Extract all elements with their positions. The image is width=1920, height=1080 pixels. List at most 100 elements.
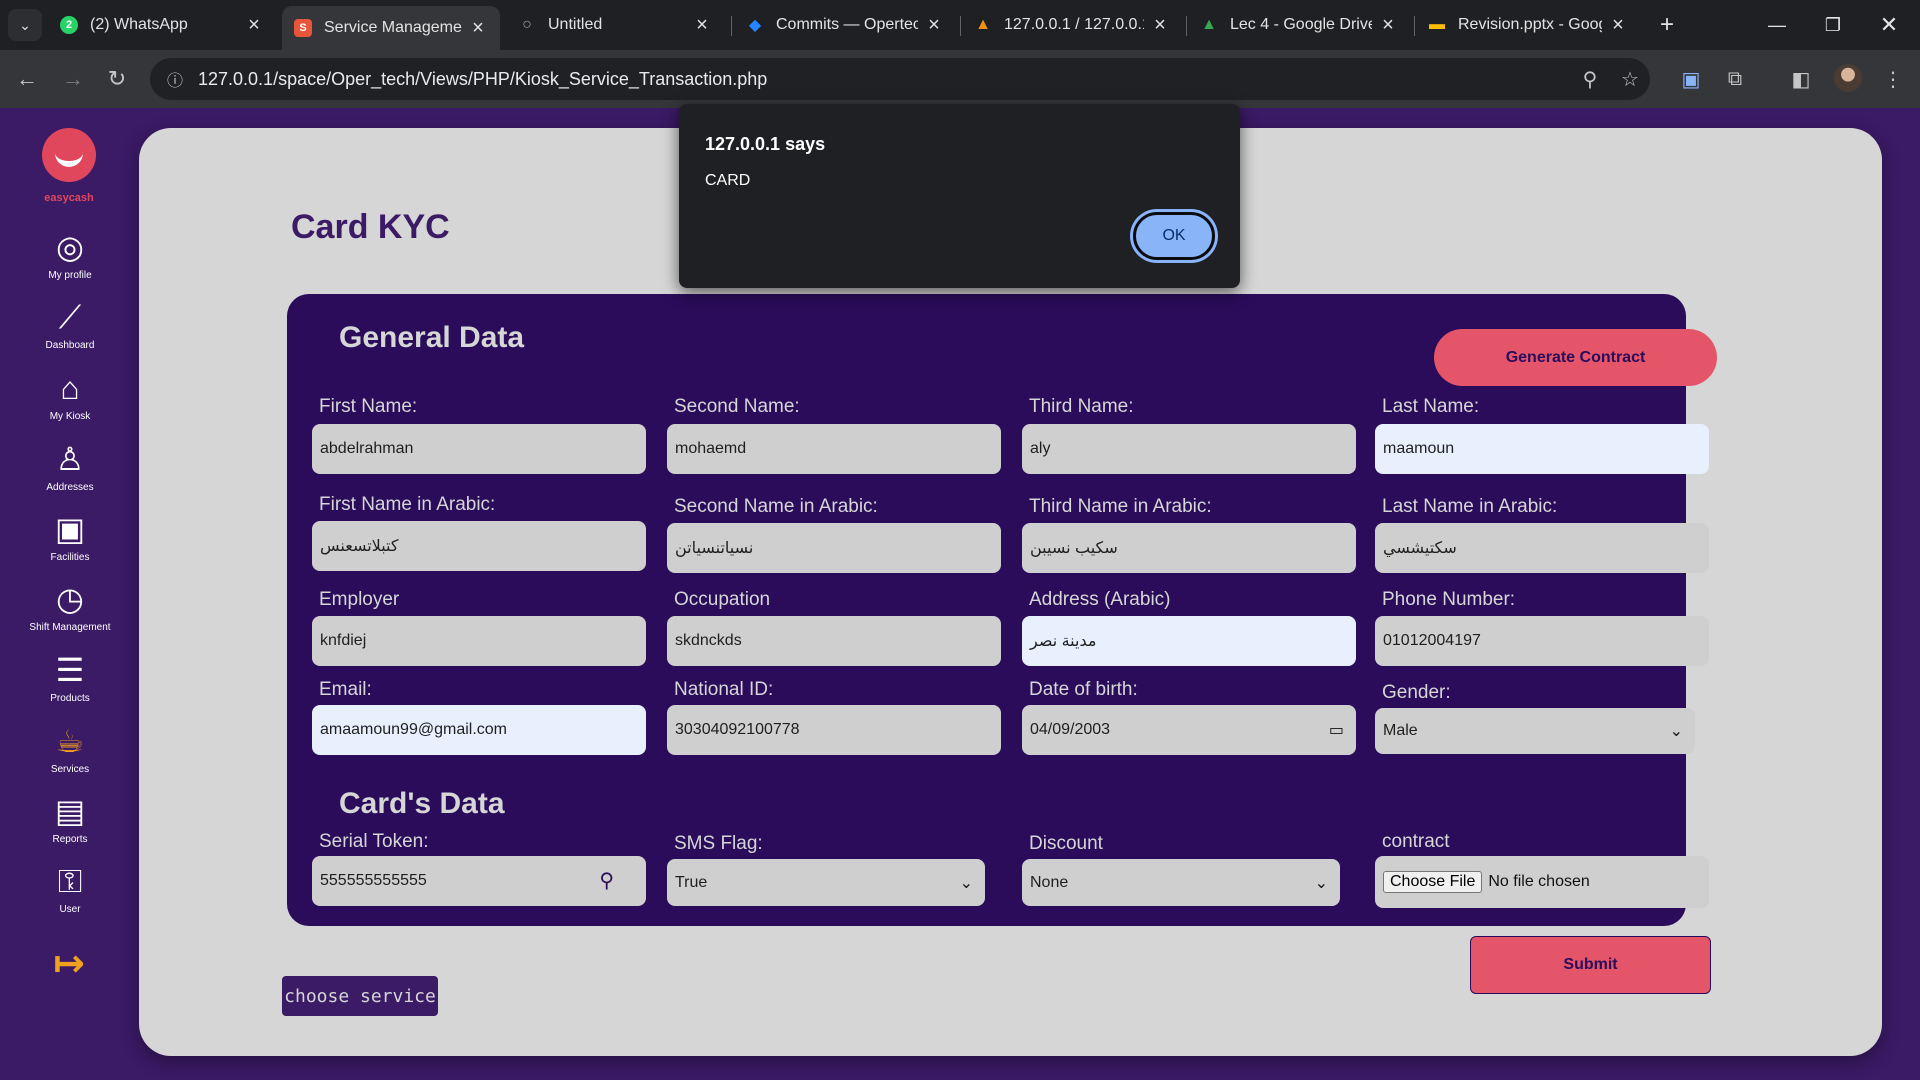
zoom-icon[interactable]: ⚲ bbox=[1570, 67, 1610, 92]
last-name-arabic-field[interactable]: سكتيشسي bbox=[1375, 523, 1709, 573]
address-bar[interactable]: ⓘ 127.0.0.1/space/Oper_tech/Views/PHP/Ki… bbox=[150, 58, 1650, 100]
google-slides-icon: ▬ bbox=[1429, 16, 1445, 33]
general-data-title: General Data bbox=[339, 321, 525, 354]
close-icon[interactable]: × bbox=[1608, 14, 1628, 37]
second-name-label: Second Name: bbox=[674, 396, 800, 417]
close-window-button[interactable]: ✕ bbox=[1864, 8, 1914, 42]
serial-token-value: 555555555555 bbox=[320, 872, 427, 889]
national-id-field[interactable]: 30304092100778 bbox=[667, 705, 1001, 755]
page-title: Card KYC bbox=[291, 208, 450, 246]
serial-token-field[interactable]: 555555555555 ⚲ bbox=[312, 856, 646, 906]
second-name-field[interactable]: mohaemd bbox=[667, 424, 1001, 474]
tab-strip: ⌄ 2 (2) WhatsApp × S Service Management … bbox=[0, 0, 1920, 50]
generate-contract-button[interactable]: Generate Contract bbox=[1434, 329, 1717, 386]
third-name-arabic-label: Third Name in Arabic: bbox=[1029, 496, 1212, 517]
sidebar-item-facilities[interactable]: ▣ Facilities bbox=[0, 510, 140, 570]
first-name-arabic-field[interactable]: كتبلاتسعنس bbox=[312, 521, 646, 571]
back-button[interactable]: ← bbox=[10, 62, 44, 96]
minimize-button[interactable]: — bbox=[1752, 8, 1802, 42]
extensions-icon[interactable]: ⧉ bbox=[1718, 62, 1752, 96]
sidebar-item-label: Products bbox=[50, 693, 90, 704]
tab-search-button[interactable]: ⌄ bbox=[8, 9, 42, 41]
contract-file-input[interactable]: Choose File No file chosen bbox=[1375, 856, 1709, 908]
dialog-title: 127.0.0.1 says bbox=[705, 134, 826, 154]
phpmyadmin-icon: ▲ bbox=[975, 16, 991, 33]
chevron-down-icon: ⌄ bbox=[1314, 874, 1328, 892]
avatar[interactable] bbox=[1834, 64, 1862, 92]
restore-button[interactable]: ❐ bbox=[1808, 8, 1858, 42]
close-icon[interactable]: × bbox=[244, 14, 264, 37]
choose-file-button[interactable]: Choose File bbox=[1383, 871, 1483, 893]
screen-capture-icon[interactable]: ▣ bbox=[1674, 62, 1708, 96]
sidebar-item-reports[interactable]: ▤ Reports bbox=[0, 792, 140, 852]
easycash-logo[interactable]: easycash bbox=[38, 128, 100, 212]
date-of-birth-label: Date of birth: bbox=[1029, 679, 1138, 700]
close-icon[interactable]: × bbox=[692, 14, 712, 37]
third-name-label: Third Name: bbox=[1029, 396, 1134, 417]
third-name-field[interactable]: aly bbox=[1022, 424, 1356, 474]
side-panel-icon[interactable]: ◧ bbox=[1784, 62, 1818, 96]
whatsapp-icon: 2 bbox=[60, 16, 78, 34]
sidebar-item-shift-management[interactable]: ◷ Shift Management bbox=[0, 580, 140, 640]
second-name-arabic-field[interactable]: نسياتنسياتن bbox=[667, 523, 1001, 573]
address-arabic-field[interactable]: مدينة نصر bbox=[1022, 616, 1356, 666]
logo-brand-text: easycash bbox=[44, 192, 94, 204]
bookmark-star-icon[interactable]: ☆ bbox=[1610, 67, 1650, 92]
sidebar-item-label: Facilities bbox=[50, 552, 90, 563]
profile-icon: ◎ bbox=[56, 229, 84, 265]
sms-flag-select[interactable]: True ⌄ bbox=[667, 859, 985, 906]
calendar-icon[interactable]: ▭ bbox=[1329, 720, 1344, 740]
date-of-birth-field[interactable]: 04/09/2003 ▭ bbox=[1022, 705, 1356, 755]
third-name-arabic-field[interactable]: سكيب نسيبن bbox=[1022, 523, 1356, 573]
reload-button[interactable]: ↻ bbox=[100, 62, 134, 96]
gender-label: Gender: bbox=[1382, 682, 1451, 703]
occupation-field[interactable]: skdnckds bbox=[667, 616, 1001, 666]
tab-label: Lec 4 - Google Drive bbox=[1230, 16, 1372, 33]
ok-button[interactable]: OK bbox=[1133, 212, 1215, 260]
close-icon[interactable]: × bbox=[924, 14, 944, 37]
tab-commits[interactable]: ◆ Commits — Opertech × bbox=[734, 8, 956, 42]
sidebar-item-user[interactable]: ⚿ User bbox=[0, 862, 140, 922]
card-data-title: Card's Data bbox=[339, 787, 505, 820]
alert-dialog: 127.0.0.1 says CARD OK bbox=[679, 104, 1240, 288]
tab-phpmyadmin[interactable]: ▲ 127.0.0.1 / 127.0.0.1 / × bbox=[962, 8, 1182, 42]
tab-label: (2) WhatsApp bbox=[90, 16, 188, 33]
close-icon[interactable]: × bbox=[1150, 14, 1170, 37]
sidebar-item-addresses[interactable]: ♙ Addresses bbox=[0, 440, 140, 500]
file-status-text: No file chosen bbox=[1488, 873, 1590, 890]
sidebar-item-dashboard[interactable]: ⟋ Dashboard bbox=[0, 298, 140, 358]
logout-icon[interactable]: ↦ bbox=[46, 942, 92, 986]
first-name-field[interactable]: abdelrahman bbox=[312, 424, 646, 474]
email-field[interactable]: amaamoun99@gmail.com bbox=[312, 705, 646, 755]
sidebar-item-my-profile[interactable]: ◎ My profile bbox=[0, 228, 140, 288]
submit-button[interactable]: Submit bbox=[1470, 936, 1711, 994]
search-icon[interactable]: ⚲ bbox=[599, 868, 614, 893]
close-icon[interactable]: × bbox=[1378, 14, 1398, 37]
tab-untitled[interactable]: ○ Untitled × bbox=[506, 8, 724, 42]
site-info-icon[interactable]: ⓘ bbox=[158, 67, 192, 91]
last-name-field[interactable]: maamoun bbox=[1375, 424, 1709, 474]
menu-kebab-icon[interactable]: ⋮ bbox=[1876, 62, 1910, 96]
tab-service-management[interactable]: S Service Management × bbox=[282, 6, 500, 50]
last-name-arabic-label: Last Name in Arabic: bbox=[1382, 496, 1558, 517]
tab-google-drive[interactable]: ▲ Lec 4 - Google Drive × bbox=[1188, 8, 1410, 42]
close-icon[interactable]: × bbox=[468, 17, 488, 40]
tab-separator bbox=[1186, 16, 1187, 36]
chart-icon: ⟋ bbox=[58, 299, 82, 335]
discount-select[interactable]: None ⌄ bbox=[1022, 859, 1340, 906]
sidebar-item-my-kiosk[interactable]: ⌂ My Kiosk bbox=[0, 369, 140, 429]
tab-google-slides[interactable]: ▬ Revision.pptx - Goog × bbox=[1416, 8, 1640, 42]
tab-whatsapp[interactable]: 2 (2) WhatsApp × bbox=[48, 8, 276, 42]
forward-button[interactable]: → bbox=[56, 62, 90, 96]
sidebar-item-services[interactable]: ☕ Services bbox=[0, 722, 140, 782]
phone-number-field[interactable]: 01012004197 bbox=[1375, 616, 1709, 666]
employer-field[interactable]: knfdiej bbox=[312, 616, 646, 666]
file-icon: ▤ bbox=[54, 793, 86, 829]
gender-select[interactable]: Male ⌄ bbox=[1375, 708, 1695, 754]
sidebar-item-products[interactable]: ☰ Products bbox=[0, 651, 140, 711]
choose-service-button[interactable]: choose service bbox=[282, 976, 438, 1016]
new-tab-button[interactable]: + bbox=[1652, 10, 1682, 40]
chevron-down-icon: ⌄ bbox=[1669, 723, 1683, 740]
date-of-birth-value: 04/09/2003 bbox=[1030, 721, 1111, 738]
gender-value: Male bbox=[1383, 722, 1418, 739]
